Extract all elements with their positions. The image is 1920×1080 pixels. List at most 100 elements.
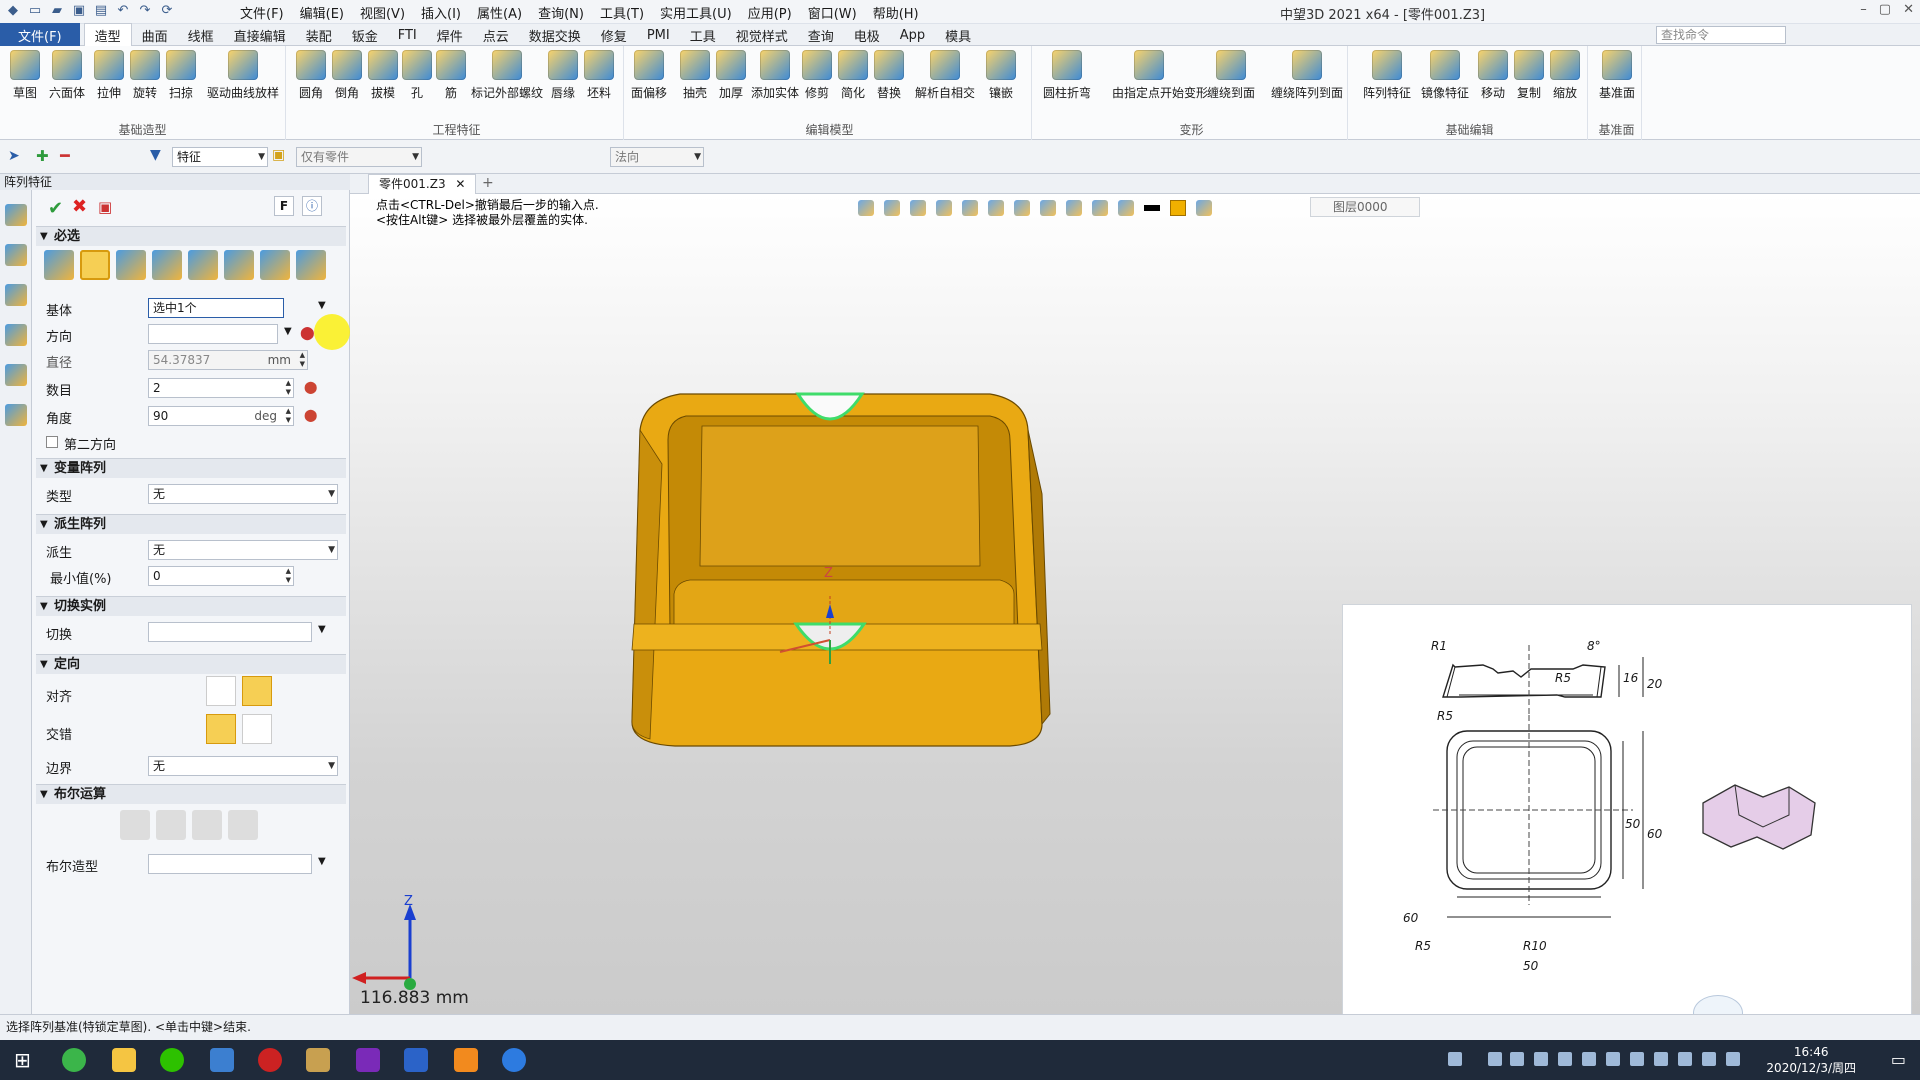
wechat-icon[interactable] (160, 1048, 184, 1072)
chevron-down-icon[interactable]: ▼ (284, 326, 292, 337)
derive-select[interactable]: 无 ▼ (148, 540, 338, 560)
boolean-add-icon[interactable] (156, 810, 186, 840)
assembly-manager-icon[interactable] (4, 244, 27, 266)
boolean-base-icon[interactable] (120, 810, 150, 840)
wrap-pattern-button[interactable]: 缠绕阵列到面 (1271, 50, 1343, 101)
tab-pmi[interactable]: PMI (637, 28, 680, 43)
menu-attribute[interactable]: 属性(A) (469, 3, 530, 22)
tray-icon[interactable] (1654, 1052, 1668, 1066)
app-red-icon[interactable] (258, 1048, 282, 1072)
tab-sheetmetal[interactable]: 钣金 (342, 26, 388, 45)
chevron-down-icon[interactable]: ▼ (318, 856, 326, 867)
tray-icon[interactable] (1448, 1052, 1462, 1066)
wrap-to-face-button[interactable]: 缠绕到面 (1207, 50, 1255, 101)
second-direction-checkbox[interactable] (46, 436, 58, 448)
tray-icon[interactable] (1606, 1052, 1620, 1066)
info-icon[interactable]: ⓘ (302, 196, 322, 216)
menu-edit[interactable]: 编辑(E) (292, 3, 352, 22)
min-value-field[interactable]: 0 ▲ ▼ (148, 566, 294, 586)
tab-app[interactable]: App (890, 28, 935, 43)
curve-pattern-icon[interactable] (224, 250, 254, 280)
redo-icon[interactable]: ↷ (136, 2, 154, 20)
part-library-icon[interactable] (4, 324, 27, 346)
angle-field[interactable]: 90 deg ▲ ▼ (148, 406, 294, 426)
tab-query[interactable]: 查询 (798, 26, 844, 45)
app-rp-icon[interactable] (356, 1048, 380, 1072)
tab-modeling[interactable]: 造型 (83, 23, 132, 47)
add-icon[interactable]: ✚ (36, 147, 49, 165)
close-icon[interactable]: ✕ (455, 177, 465, 191)
user-icon[interactable] (4, 404, 27, 426)
section-variable[interactable]: 变量阵列 (36, 458, 346, 479)
cylinder-bend-button[interactable]: 圆柱折弯 (1043, 50, 1091, 101)
windows-start-icon[interactable]: ⊞ (14, 1048, 31, 1072)
tab-repair[interactable]: 修复 (591, 26, 637, 45)
notification-icon[interactable]: ▭ (1891, 1050, 1906, 1069)
menu-query[interactable]: 查询(N) (530, 3, 592, 22)
rib-button[interactable]: 筋 (434, 50, 468, 101)
filter-icon[interactable]: ▼ (150, 147, 161, 163)
section-boolean[interactable]: 布尔运算 (36, 784, 346, 805)
f-button[interactable]: F (274, 196, 294, 216)
remove-icon[interactable]: ━ (60, 146, 70, 165)
section-required[interactable]: 必选 (36, 226, 346, 247)
linear-pattern-icon[interactable] (44, 250, 74, 280)
tray-icon[interactable] (1558, 1052, 1572, 1066)
tray-icon[interactable] (1534, 1052, 1548, 1066)
thread-button[interactable]: 标记外部螺纹 (471, 50, 543, 101)
type-select[interactable]: 无 ▼ (148, 484, 338, 504)
replace-button[interactable]: 替换 (872, 50, 906, 101)
section-orient[interactable]: 定向 (36, 654, 346, 675)
tab-weldment[interactable]: 焊件 (427, 26, 473, 45)
scale-button[interactable]: 缩放 (1548, 50, 1582, 101)
print-icon[interactable]: ▤ (92, 2, 110, 20)
clock[interactable]: 16:46 2020/12/3/周四 (1766, 1044, 1856, 1076)
count-field[interactable]: 2 ▲ ▼ (148, 378, 294, 398)
ok-icon[interactable]: ✔ (48, 198, 63, 219)
base-field[interactable]: 选中1个 (148, 298, 284, 318)
app-word-icon[interactable] (404, 1048, 428, 1072)
section-toggle[interactable]: 切换实例 (36, 596, 346, 617)
boolean-shape-field[interactable] (148, 854, 312, 874)
pattern-feature-button[interactable]: 阵列特征 (1363, 50, 1411, 101)
stagger-option-1[interactable] (206, 714, 236, 744)
undo-icon[interactable]: ↶ (114, 2, 132, 20)
tab-pointcloud[interactable]: 点云 (473, 26, 519, 45)
spinner-icon[interactable]: ▲ ▼ (286, 379, 291, 397)
open-folder-icon[interactable]: ▰ (48, 2, 66, 20)
history-manager-icon[interactable] (4, 204, 27, 226)
tab-visual-style[interactable]: 视觉样式 (726, 26, 798, 45)
tab-document[interactable]: 零件001.Z3 ✕ (368, 174, 477, 194)
tab-mold[interactable]: 模具 (935, 26, 981, 45)
deform-from-point-button[interactable]: 由指定点开始变形 (1112, 50, 1208, 101)
image-library-icon[interactable] (4, 364, 27, 386)
app-photo-icon[interactable] (306, 1048, 330, 1072)
direction-field[interactable] (148, 324, 278, 344)
tab-fti[interactable]: FTI (388, 28, 427, 43)
polygon-pattern-icon[interactable] (116, 250, 146, 280)
menu-apps[interactable]: 应用(P) (740, 3, 800, 22)
tray-icon[interactable] (1726, 1052, 1740, 1066)
tray-icon[interactable] (1510, 1052, 1524, 1066)
save-icon[interactable]: ▣ (70, 2, 88, 20)
new-file-icon[interactable]: ▭ (26, 2, 44, 20)
toggle-field[interactable] (148, 622, 312, 642)
menu-insert[interactable]: 插入(I) (413, 3, 469, 22)
align-option-1[interactable] (206, 676, 236, 706)
point-pattern-icon[interactable] (152, 250, 182, 280)
chevron-down-icon[interactable]: ▼ (318, 624, 326, 635)
menu-help[interactable]: 帮助(H) (865, 3, 927, 22)
minimize-icon[interactable]: – (1860, 2, 1867, 17)
close-icon[interactable]: ✕ (1903, 2, 1914, 17)
angle-pick-icon[interactable]: ⬤ (304, 408, 322, 422)
maximize-icon[interactable]: ▢ (1879, 2, 1891, 17)
app-orange-icon[interactable] (454, 1048, 478, 1072)
reference-drawing-window[interactable]: R1 8° R5 16 20 R5 50 60 R5 R10 50 60 (1342, 604, 1912, 1034)
zw3d-icon[interactable] (210, 1048, 234, 1072)
browser-icon[interactable] (62, 1048, 86, 1072)
tab-wireframe[interactable]: 线框 (178, 26, 224, 45)
tab-surface[interactable]: 曲面 (132, 26, 178, 45)
circular-pattern-icon[interactable] (80, 250, 110, 280)
drive-curve-loft-button[interactable]: 驱动曲线放样 (207, 50, 279, 101)
tray-icon[interactable] (1702, 1052, 1716, 1066)
